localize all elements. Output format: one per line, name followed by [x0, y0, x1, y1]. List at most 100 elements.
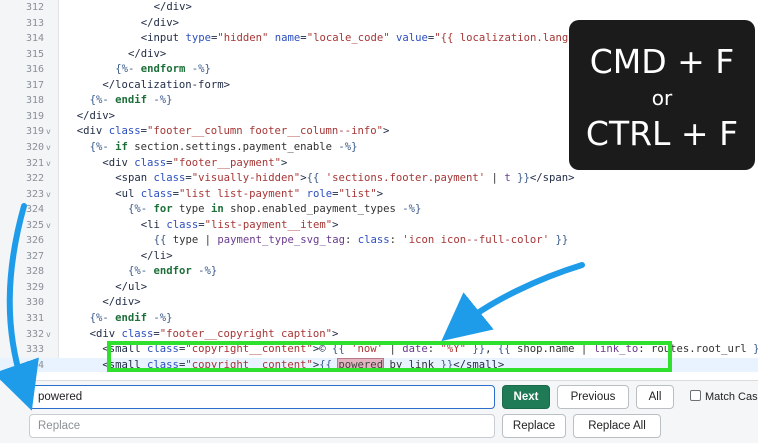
code-line[interactable]: 326 {{ type | payment_type_svg_tag: class… [0, 233, 758, 249]
line-number: 313 [25, 17, 44, 29]
fold-toggle-icon[interactable]: v [46, 140, 51, 156]
code-token: class [108, 125, 141, 138]
code-text: {%- endform -%} [115, 62, 211, 78]
code-token: <span [115, 172, 154, 185]
fold-toggle-icon[interactable]: v [46, 218, 51, 234]
line-number: 312 [25, 2, 44, 13]
line-number: 319 [25, 110, 44, 122]
code-token: "copyright__content" [185, 358, 313, 371]
code-line[interactable]: 334 <small class="copyright__content">{{ … [0, 357, 758, 372]
code-token: -%} [402, 203, 422, 216]
code-token: , [485, 343, 498, 356]
code-token: {{ [319, 358, 339, 371]
code-token: </ul> [115, 280, 148, 293]
code-line[interactable]: 328 {%- endfor -%} [0, 264, 758, 280]
code-token: }} [466, 343, 486, 356]
hint-cmd-f: CMD + F [589, 42, 735, 81]
code-token: </div> [76, 109, 116, 122]
code-text: <small class="copyright__content">© {{ '… [102, 342, 758, 358]
code-token: }} [753, 343, 758, 355]
code-text: </localization-form> [102, 78, 230, 94]
code-text: </div> [141, 16, 179, 32]
code-token: }} [549, 234, 569, 247]
code-token: payment_type_svg_tag [217, 234, 345, 247]
line-number: 327 [25, 250, 44, 262]
match-case-toggle[interactable]: Match Case [690, 390, 758, 406]
code-line[interactable]: 325 v <li class="list-payment__item"> [0, 218, 758, 234]
code-token: </localization-form> [102, 78, 230, 91]
find-replace-bar: Next Previous All Match Case Replace Rep… [0, 380, 758, 443]
code-token: "list list-payment" [178, 187, 301, 200]
code-token: | [485, 172, 505, 185]
code-token: 'icon icon--full-color' [402, 234, 550, 247]
code-text: </div> [77, 109, 115, 125]
code-token: <div [102, 156, 135, 169]
code-text: <small class="copyright__content">{{ pow… [102, 357, 504, 372]
fold-toggle-icon[interactable]: v [46, 327, 51, 343]
match-case-checkbox[interactable] [690, 390, 701, 401]
replace-all-button[interactable]: Replace All [573, 414, 661, 438]
code-token: </div> [102, 296, 141, 309]
code-token: : routes.root_url [638, 343, 754, 356]
code-token: -%} [191, 265, 218, 278]
code-token: "%Y" [440, 343, 466, 356]
code-token: -%} [185, 63, 211, 76]
code-token: | [383, 343, 403, 356]
fold-toggle-icon[interactable]: v [46, 124, 51, 140]
code-line[interactable]: 329 </ul> [0, 280, 758, 296]
code-token: type | [172, 234, 218, 247]
code-line[interactable]: 327 </li> [0, 249, 758, 265]
line-number: 332 [25, 328, 44, 340]
all-button[interactable]: All [636, 385, 674, 409]
code-token: class [134, 156, 167, 169]
code-text: <div class="footer__column footer__colum… [77, 124, 390, 140]
line-number: 316 [25, 64, 44, 76]
line-number: 320 [25, 141, 44, 153]
code-line[interactable]: 330 </div> [0, 295, 758, 311]
code-line[interactable]: 323 v <ul class="list list-payment" role="… [0, 187, 758, 203]
shortcut-hint-card: CMD + F or CTRL + F [569, 20, 755, 170]
fold-toggle-icon[interactable]: v [46, 187, 51, 203]
code-token: {%- [89, 94, 116, 107]
code-token: -%} [147, 94, 173, 107]
code-text: <div class="footer__payment"> [102, 156, 287, 172]
code-token: > [376, 187, 384, 200]
code-token: <small [102, 343, 148, 356]
code-token: "copyright__content" [185, 343, 313, 356]
code-token: endif [115, 94, 147, 107]
code-token: class [121, 327, 154, 340]
code-line[interactable]: 312 </div> [0, 0, 758, 16]
code-line[interactable]: 332 v <div class="footer__copyright captio… [0, 327, 758, 343]
line-number: 319 [25, 126, 44, 138]
line-number: 330 [25, 297, 44, 309]
code-token: {{ [306, 172, 326, 185]
replace-input[interactable] [29, 414, 495, 438]
code-line[interactable]: 333 <small class="copyright__content">© {… [0, 342, 758, 358]
code-line[interactable]: 322 <span class="visually-hidden">{{ 'sec… [0, 171, 758, 187]
hint-or: or [651, 86, 673, 110]
fold-toggle-icon[interactable]: v [46, 156, 51, 172]
find-input[interactable] [29, 385, 495, 409]
code-token: "footer__copyright caption" [159, 327, 332, 340]
replace-button[interactable]: Replace [502, 414, 566, 438]
code-token: class [147, 358, 179, 371]
line-number: 318 [25, 95, 44, 107]
code-line[interactable]: 331 {%- endif -%} [0, 311, 758, 327]
code-token: "list" [338, 187, 377, 200]
previous-button[interactable]: Previous [557, 385, 629, 409]
code-token: link_to [593, 343, 639, 356]
code-token: </div> [128, 47, 167, 60]
code-token: > [331, 327, 339, 340]
code-token: "footer__payment" [172, 156, 281, 169]
next-button[interactable]: Next [502, 385, 550, 409]
line-number: 322 [25, 173, 44, 185]
line-number: 331 [25, 313, 44, 324]
code-token: name [274, 32, 301, 45]
code-text: {{ type | payment_type_svg_tag: class: '… [154, 233, 569, 249]
code-text: {%- endfor -%} [128, 264, 217, 280]
code-line[interactable]: 324 {%- for type in shop.enabled_payment_… [0, 202, 758, 218]
code-token: endfor [153, 265, 192, 278]
line-number: 324 [25, 204, 44, 216]
code-token: <input [140, 32, 186, 45]
code-token: "list-payment__item" [204, 218, 333, 231]
